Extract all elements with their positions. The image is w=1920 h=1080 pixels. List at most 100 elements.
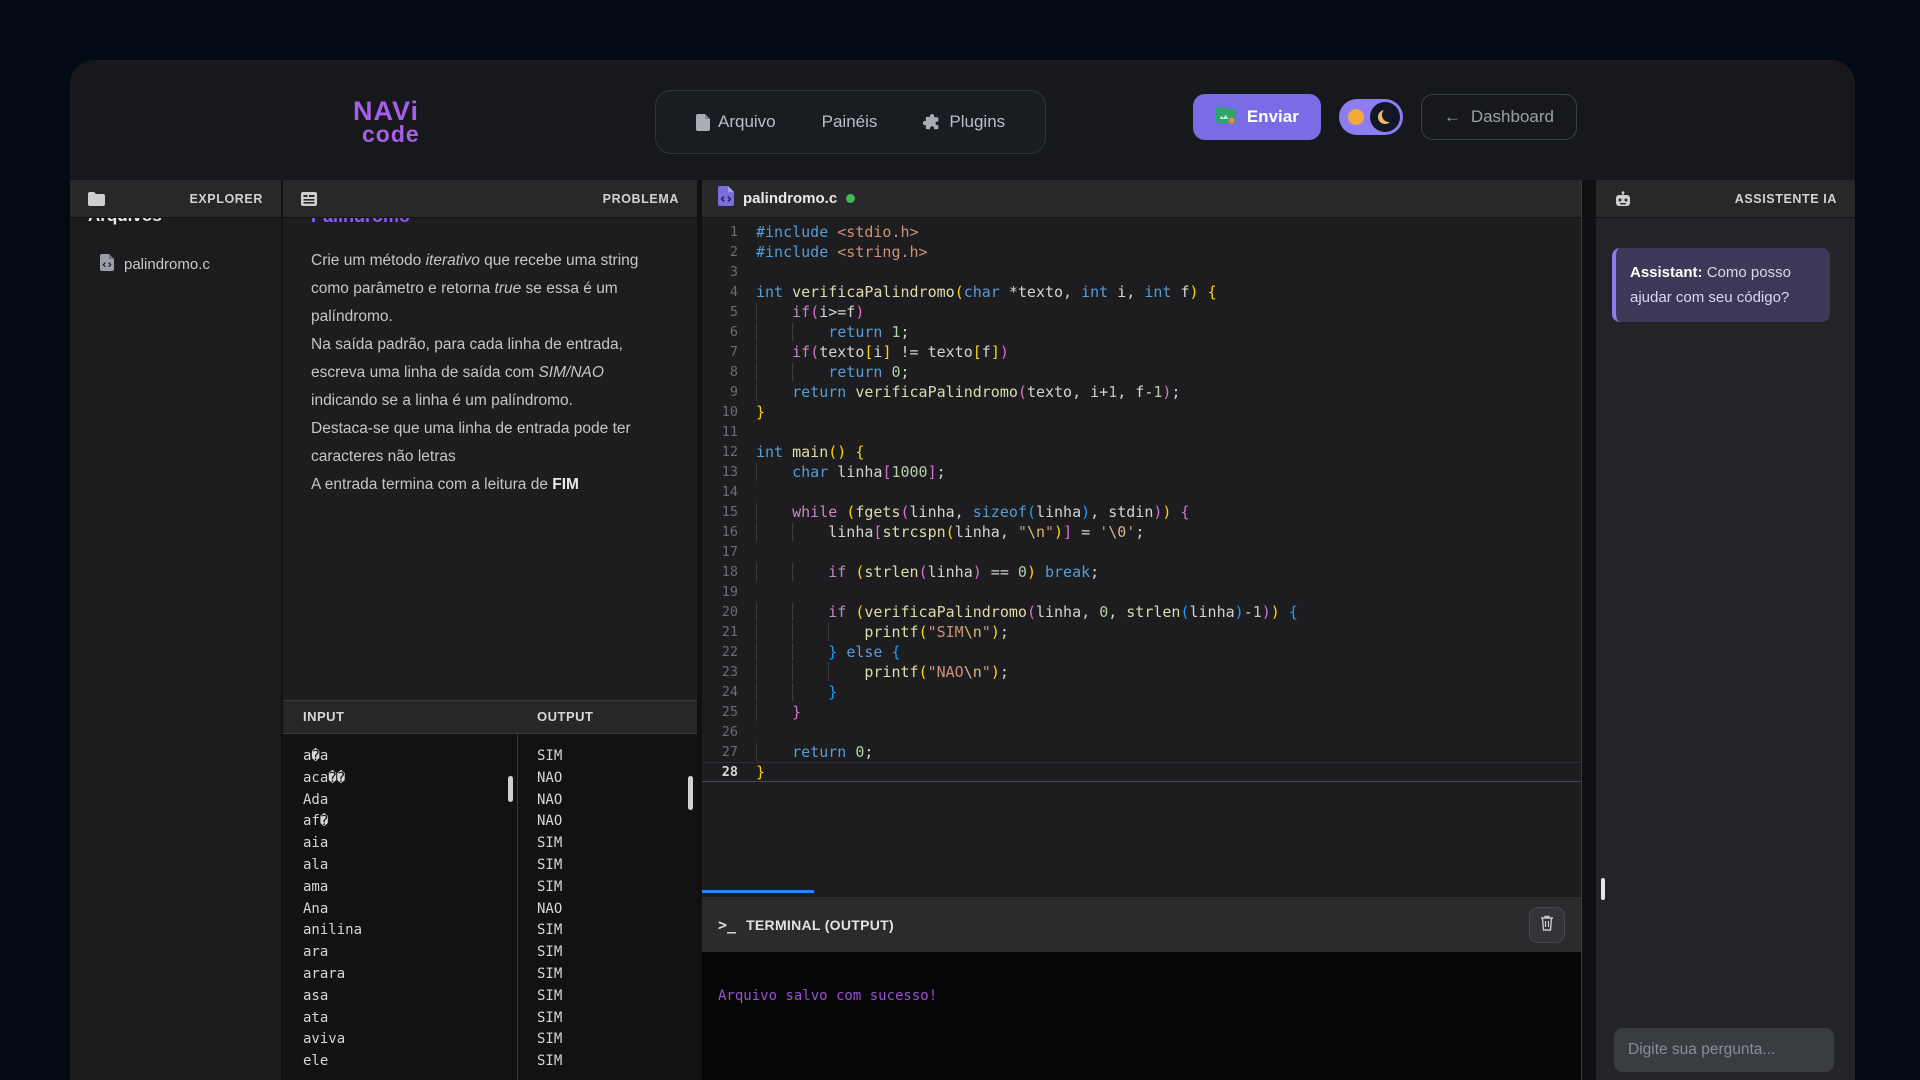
code-line-14: 14 bbox=[702, 482, 1581, 502]
input-column-header: INPUT bbox=[283, 701, 517, 733]
code-text: int main() { bbox=[756, 442, 864, 462]
line-number: 15 bbox=[702, 502, 756, 522]
input-scrollbar-thumb[interactable] bbox=[508, 776, 513, 802]
folder-icon bbox=[88, 192, 105, 206]
io-output-value: SIM bbox=[517, 966, 697, 988]
io-table-header: INPUT OUTPUT bbox=[283, 700, 697, 734]
code-editor[interactable]: 1#include <stdio.h>2#include <string.h>3… bbox=[702, 218, 1581, 890]
line-number: 9 bbox=[702, 382, 756, 402]
line-number: 3 bbox=[702, 262, 756, 282]
line-number: 25 bbox=[702, 702, 756, 722]
dashboard-label: Dashboard bbox=[1471, 107, 1554, 127]
io-input-value: a�a bbox=[283, 748, 517, 770]
io-row: aiaSIM bbox=[283, 835, 697, 857]
line-number: 7 bbox=[702, 342, 756, 362]
dashboard-button[interactable]: ← Dashboard bbox=[1421, 94, 1577, 140]
brand-logo: NAVi code bbox=[353, 98, 420, 146]
io-output-value: SIM bbox=[517, 1053, 697, 1075]
problem-description: Crie um método iterativo que recebe uma … bbox=[311, 247, 641, 499]
content-area: EXPLORER Arquivos palindromo.c PROBLEMA … bbox=[70, 180, 1855, 1080]
io-row: af�NAO bbox=[283, 813, 697, 835]
line-number: 26 bbox=[702, 722, 756, 742]
code-text: return 1; bbox=[756, 322, 910, 342]
explorer-title: EXPLORER bbox=[189, 192, 263, 206]
code-text: } bbox=[756, 682, 837, 702]
io-output-value: SIM bbox=[517, 1031, 697, 1053]
line-number: 14 bbox=[702, 482, 756, 502]
io-output-value: SIM bbox=[517, 988, 697, 1010]
line-number: 16 bbox=[702, 522, 756, 542]
io-row: AdaNAO bbox=[283, 792, 697, 814]
io-row: eleSIM bbox=[283, 1053, 697, 1075]
code-line-7: 7 if(texto[i] != texto[f]) bbox=[702, 342, 1581, 362]
editor-tabbar: palindromo.c bbox=[702, 180, 1581, 218]
code-line-18: 18 if (strlen(linha) == 0) break; bbox=[702, 562, 1581, 582]
trash-icon bbox=[1540, 915, 1554, 934]
line-number: 17 bbox=[702, 542, 756, 562]
code-line-15: 15 while (fgets(linha, sizeof(linha), st… bbox=[702, 502, 1581, 522]
code-line-2: 2#include <string.h> bbox=[702, 242, 1581, 262]
code-line-22: 22 } else { bbox=[702, 642, 1581, 662]
sun-icon bbox=[1348, 109, 1364, 125]
modified-dot bbox=[846, 194, 855, 203]
code-line-12: 12int main() { bbox=[702, 442, 1581, 462]
resize-accent[interactable] bbox=[702, 890, 814, 893]
header-actions: Enviar ← Dashboard bbox=[1193, 94, 1577, 140]
line-number: 24 bbox=[702, 682, 756, 702]
app-window: NAVi code Arquivo Painéis Plugins Enviar bbox=[70, 60, 1855, 1080]
assistant-panel: ASSISTENTE IA Assistant: Como posso ajud… bbox=[1596, 180, 1855, 1080]
code-text: while (fgets(linha, sizeof(linha), stdin… bbox=[756, 502, 1190, 522]
assistant-question-input[interactable] bbox=[1614, 1028, 1834, 1072]
line-number: 5 bbox=[702, 302, 756, 322]
line-number: 2 bbox=[702, 242, 756, 262]
file-icon bbox=[696, 114, 710, 131]
clear-terminal-button[interactable] bbox=[1529, 907, 1565, 943]
io-table: INPUT OUTPUT a�aSIMaca��NAOAdaNAOaf�NAOa… bbox=[283, 700, 697, 1080]
io-output-value: NAO bbox=[517, 901, 697, 923]
assistant-title: ASSISTENTE IA bbox=[1735, 192, 1837, 206]
output-scrollbar-thumb[interactable] bbox=[688, 776, 693, 810]
assistant-message-prefix: Assistant: bbox=[1630, 264, 1703, 281]
code-line-10: 10} bbox=[702, 402, 1581, 422]
code-text: if(texto[i] != texto[f]) bbox=[756, 342, 1009, 362]
io-row: araraSIM bbox=[283, 966, 697, 988]
line-number: 4 bbox=[702, 282, 756, 302]
explorer-panel: EXPLORER Arquivos palindromo.c bbox=[70, 180, 281, 1080]
io-output-value: SIM bbox=[517, 1010, 697, 1032]
folder-upload-icon bbox=[1215, 106, 1237, 129]
code-text: } bbox=[756, 702, 801, 722]
code-line-13: 13 char linha[1000]; bbox=[702, 462, 1581, 482]
file-item-palindromo.c[interactable]: palindromo.c bbox=[100, 254, 281, 275]
code-text: int verificaPalindromo(char *texto, int … bbox=[756, 282, 1217, 302]
io-input-value: af� bbox=[283, 813, 517, 835]
theme-toggle[interactable] bbox=[1339, 99, 1403, 135]
tab-filename: palindromo.c bbox=[743, 190, 837, 207]
code-line-21: 21 printf("SIM\n"); bbox=[702, 622, 1581, 642]
line-number: 23 bbox=[702, 662, 756, 682]
code-text: printf("NAO\n"); bbox=[756, 662, 1009, 682]
tab-palindromo[interactable]: palindromo.c bbox=[702, 180, 871, 217]
menu-item-plugins[interactable]: Plugins bbox=[923, 112, 1005, 132]
line-number: 21 bbox=[702, 622, 756, 642]
menu-item-painéis[interactable]: Painéis bbox=[822, 112, 878, 132]
io-input-value: ala bbox=[283, 857, 517, 879]
menu-item-arquivo[interactable]: Arquivo bbox=[696, 112, 776, 132]
terminal-output[interactable]: Arquivo salvo com sucesso! bbox=[702, 952, 1581, 1080]
io-output-value: SIM bbox=[517, 944, 697, 966]
io-row: avivaSIM bbox=[283, 1031, 697, 1053]
code-text: printf("SIM\n"); bbox=[756, 622, 1009, 642]
line-number: 20 bbox=[702, 602, 756, 622]
io-row: AnaNAO bbox=[283, 901, 697, 923]
brand-line2: code bbox=[353, 123, 420, 146]
puzzle-icon bbox=[923, 113, 941, 131]
io-row: amaSIM bbox=[283, 879, 697, 901]
code-text: char linha[1000]; bbox=[756, 462, 946, 482]
io-input-value: ara bbox=[283, 944, 517, 966]
assistant-scrollbar-thumb[interactable] bbox=[1601, 878, 1605, 900]
terminal-title: TERMINAL (OUTPUT) bbox=[746, 917, 1529, 933]
app-header: NAVi code Arquivo Painéis Plugins Enviar bbox=[70, 60, 1855, 180]
enviar-button[interactable]: Enviar bbox=[1193, 94, 1321, 140]
io-output-value: SIM bbox=[517, 835, 697, 857]
io-output-value: NAO bbox=[517, 792, 697, 814]
line-number: 28 bbox=[702, 762, 756, 782]
